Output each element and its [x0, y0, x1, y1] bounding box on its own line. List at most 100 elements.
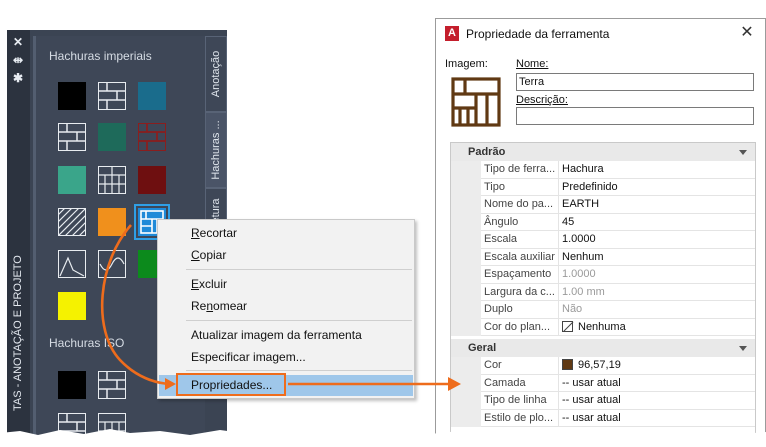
property-row[interactable]: Escala 1.0000: [451, 231, 755, 249]
palette-title-text: TAS - ANOTAÇÃO E PROJETO: [12, 255, 24, 411]
property-row[interactable]: Cor do plan... Nenhuma: [451, 318, 755, 336]
property-value[interactable]: Predefinido: [559, 179, 755, 196]
close-icon[interactable]: ✕: [12, 36, 24, 48]
menu-item-delete[interactable]: Excluir: [159, 274, 413, 295]
tab-annotation-label: Anotação: [210, 50, 222, 98]
menu-item-copy[interactable]: Copiar: [159, 245, 413, 266]
close-button[interactable]: ✕: [737, 23, 757, 43]
color-swatch: [562, 320, 573, 332]
property-name: Tipo de linha: [481, 392, 559, 410]
chevron-down-icon[interactable]: [739, 346, 747, 351]
property-value-text: -- usar atual: [562, 376, 621, 389]
property-value-text: 1.0000: [562, 268, 596, 280]
property-value[interactable]: Hachura: [559, 161, 755, 179]
iso-hatch-tool-brick[interactable]: [98, 371, 126, 399]
property-value[interactable]: Nenhum: [559, 249, 755, 266]
row-gutter: [451, 178, 481, 196]
row-gutter: [451, 392, 481, 410]
properties-icon[interactable]: ✱: [12, 72, 24, 84]
menu-separator: [186, 320, 412, 321]
iso-hatch-tool-grid[interactable]: [98, 413, 126, 441]
name-label: Nome:: [516, 58, 549, 70]
property-value[interactable]: 96,57,19: [559, 357, 755, 375]
hatch-tool-teal[interactable]: [58, 166, 86, 194]
iso-hatch-tool-solid[interactable]: [58, 371, 86, 399]
property-value: 1.0000: [559, 266, 755, 284]
property-row[interactable]: Ângulo 45: [451, 213, 755, 231]
row-gutter: [451, 161, 481, 179]
property-row[interactable]: Escala auxiliar Nenhum: [451, 248, 755, 266]
property-name: Escala auxiliar: [481, 248, 559, 266]
property-value-text: Predefinido: [562, 180, 618, 193]
tab-hatches[interactable]: Hachuras ...: [205, 112, 227, 188]
row-gutter: [451, 266, 481, 284]
property-row[interactable]: Camada -- usar atual: [451, 374, 755, 392]
row-gutter: [451, 357, 481, 375]
dialog-title-bar: A Propriedade da ferramenta ✕: [436, 19, 765, 49]
property-value[interactable]: 45: [559, 214, 755, 231]
property-name: Camada: [481, 374, 559, 392]
chevron-down-icon[interactable]: [739, 150, 747, 155]
property-value-text: EARTH: [562, 198, 600, 210]
row-gutter: [451, 248, 481, 266]
menu-item-update-image[interactable]: Atualizar imagem da ferramenta: [159, 325, 413, 346]
hatch-tool-orange[interactable]: [98, 208, 126, 236]
hatch-tool-yellow[interactable]: [58, 292, 86, 320]
property-row[interactable]: Tipo de ferra... Hachura: [451, 161, 755, 179]
property-value-text: Não: [562, 303, 583, 315]
menu-item-specify-image[interactable]: Especificar imagem...: [159, 347, 413, 368]
hatch-tool-dark-red[interactable]: [138, 166, 166, 194]
menu-item-update-image-label: Atualizar imagem da ferramenta: [191, 328, 362, 342]
image-label: Imagem:: [445, 58, 488, 70]
property-name: Largura da c...: [481, 283, 559, 301]
hatch-tool-solid[interactable]: [58, 82, 86, 110]
group-title-iso: Hachuras ISO: [49, 336, 125, 350]
name-field[interactable]: [516, 73, 754, 91]
hatch-tool-gradient-a[interactable]: [58, 250, 86, 278]
hatch-tool-green[interactable]: [98, 123, 126, 151]
property-row[interactable]: Estilo de plo... -- usar atual: [451, 409, 755, 427]
menu-separator: [186, 370, 412, 371]
tool-image-preview[interactable]: [450, 76, 502, 128]
property-value[interactable]: -- usar atual: [559, 375, 755, 392]
property-row[interactable]: Nome do pa... EARTH: [451, 196, 755, 214]
property-row[interactable]: Duplo Não: [451, 301, 755, 319]
hatch-tool-blue[interactable]: [138, 82, 166, 110]
row-gutter: [451, 374, 481, 392]
row-gutter: [451, 196, 481, 214]
autocad-app-icon: A: [445, 26, 459, 41]
property-value-text: 45: [562, 215, 575, 228]
property-value[interactable]: -- usar atual: [559, 410, 755, 427]
description-field[interactable]: [516, 107, 754, 125]
menu-item-cut[interactable]: Recortar: [159, 223, 413, 244]
row-gutter: [451, 301, 481, 319]
palette-vertical-title: TAS - ANOTAÇÃO E PROJETO: [11, 241, 25, 411]
property-row[interactable]: Largura da c... 1.00 mm: [451, 283, 755, 301]
category-title: Geral: [468, 342, 497, 354]
property-row[interactable]: Cor 96,57,19: [451, 357, 755, 375]
property-value[interactable]: -- usar atual: [559, 392, 755, 410]
property-name: Cor: [481, 357, 559, 375]
autohide-icon[interactable]: ⇹: [12, 54, 24, 66]
property-row[interactable]: Espaçamento 1.0000: [451, 266, 755, 284]
menu-item-copy-label: Copiar: [191, 248, 227, 262]
property-value: 1.00 mm: [559, 284, 755, 301]
property-row[interactable]: Tipo Predefinido: [451, 178, 755, 196]
menu-item-rename[interactable]: Renomear: [159, 296, 413, 317]
hatch-tool-grid[interactable]: [98, 166, 126, 194]
property-value-text: 1.00 mm: [562, 285, 605, 298]
category-header[interactable]: Geral: [451, 339, 755, 357]
property-value[interactable]: Nenhuma: [559, 319, 755, 336]
property-value[interactable]: EARTH: [559, 196, 755, 214]
property-row[interactable]: Tipo de linha -- usar atual: [451, 392, 755, 410]
hatch-tool-diagonal[interactable]: [58, 208, 86, 236]
hatch-tool-brick[interactable]: [98, 82, 126, 110]
hatch-tool-red-brick[interactable]: [138, 123, 166, 151]
iso-hatch-tool-brick-2[interactable]: [58, 413, 86, 441]
property-value-text: -- usar atual: [562, 411, 621, 424]
tab-annotation[interactable]: Anotação: [205, 36, 227, 112]
category-header[interactable]: Padrão: [451, 143, 755, 161]
hatch-tool-gradient-b[interactable]: [98, 250, 126, 278]
hatch-tool-brick-2[interactable]: [58, 123, 86, 151]
property-value[interactable]: 1.0000: [559, 231, 755, 249]
